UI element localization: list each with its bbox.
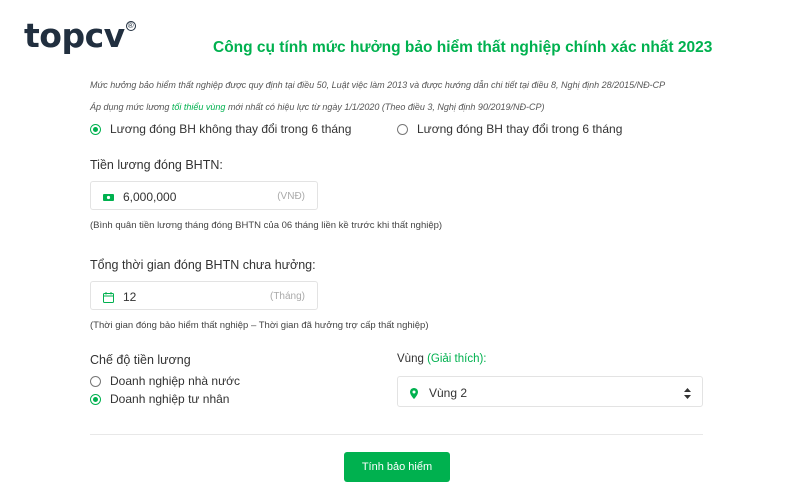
minimum-wage-link[interactable]: tối thiểu vùng	[172, 102, 226, 112]
radio-label: Doanh nghiệp nhà nước	[110, 374, 240, 388]
region-label-text: Vùng	[397, 353, 424, 365]
page-title: Công cụ tính mức hưởng bảo hiểm thất ngh…	[213, 39, 713, 56]
duration-unit: (Tháng)	[269, 291, 305, 302]
select-arrows-icon	[684, 386, 691, 404]
region-explain-link[interactable]: (Giải thích):	[427, 353, 486, 365]
radio-button-checked[interactable]	[90, 393, 101, 405]
region-select[interactable]: Vùng 2	[397, 376, 703, 407]
region-selected-value: Vùng 2	[429, 386, 468, 400]
salary-input[interactable]: 6,000,000 (VNĐ)	[90, 181, 318, 210]
radio-label: Doanh nghiệp tư nhân	[110, 392, 230, 406]
map-pin-icon	[410, 386, 418, 404]
calculate-insurance-button[interactable]: Tính bảo hiểm	[344, 452, 450, 482]
legal-note: Mức hưởng bảo hiểm thất nghiệp được quy …	[90, 80, 666, 90]
minimum-wage-note: Áp dụng mức lương tối thiểu vùng mới nhấ…	[90, 102, 544, 112]
note-prefix: Áp dụng mức lương	[90, 102, 172, 112]
radio-salary-changed[interactable]: Lương đóng BH thay đổi trong 6 tháng	[397, 122, 622, 136]
calendar-icon	[103, 290, 114, 308]
radio-state-enterprise[interactable]: Doanh nghiệp nhà nước	[90, 374, 240, 388]
salary-label: Tiền lương đóng BHTN:	[90, 158, 223, 172]
topcv-logo[interactable]: topcv ®	[24, 18, 136, 54]
duration-hint: (Thời gian đóng bảo hiểm thất nghiệp – T…	[90, 320, 429, 331]
duration-value[interactable]: 12	[123, 290, 136, 304]
radio-label: Lương đóng BH không thay đổi trong 6 thá…	[110, 122, 352, 136]
radio-salary-unchanged[interactable]: Lương đóng BH không thay đổi trong 6 thá…	[90, 122, 351, 136]
registered-mark: ®	[125, 21, 136, 31]
radio-private-enterprise[interactable]: Doanh nghiệp tư nhân	[90, 392, 229, 406]
region-label: Vùng (Giải thích):	[397, 353, 487, 365]
salary-value[interactable]: 6,000,000	[123, 190, 176, 204]
duration-label: Tổng thời gian đóng BHTN chưa hưởng:	[90, 258, 316, 272]
duration-input[interactable]: 12 (Tháng)	[90, 281, 318, 310]
logo-text: topcv	[24, 16, 125, 55]
radio-button[interactable]	[90, 375, 101, 387]
salary-unit: (VNĐ)	[277, 191, 305, 202]
radio-label: Lương đóng BH thay đổi trong 6 tháng	[417, 122, 623, 136]
money-icon	[103, 190, 114, 208]
radio-button[interactable]	[397, 123, 408, 135]
regime-label: Chế độ tiền lương	[90, 353, 191, 367]
note-suffix: mới nhất có hiệu lực từ ngày 1/1/2020 (T…	[225, 102, 545, 112]
divider	[90, 434, 703, 435]
radio-button-checked[interactable]	[90, 123, 101, 135]
salary-hint: (Bình quân tiền lương tháng đóng BHTN củ…	[90, 220, 443, 231]
